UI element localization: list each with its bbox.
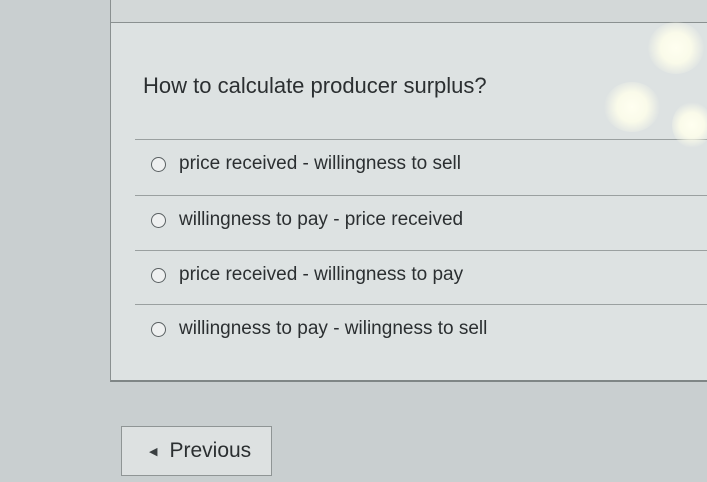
- answer-option-label: price received - willingness to sell: [179, 153, 461, 174]
- divider: [135, 139, 707, 140]
- answer-option-3[interactable]: price received - willingness to pay: [151, 260, 463, 290]
- screen-glare: [604, 82, 660, 132]
- radio-button[interactable]: [151, 156, 166, 172]
- answer-option-label: willingness to pay - wilingness to sell: [179, 318, 488, 339]
- answer-option-1[interactable]: price received - willingness to sell: [151, 149, 461, 179]
- answer-option-2[interactable]: willingness to pay - price received: [151, 205, 463, 235]
- answer-option-4[interactable]: willingness to pay - wilingness to sell: [151, 314, 487, 344]
- radio-button[interactable]: [151, 321, 166, 337]
- screen-glare: [672, 102, 707, 148]
- previous-button[interactable]: ◀ Previous: [121, 426, 272, 476]
- question-text: How to calculate producer surplus?: [143, 73, 487, 98]
- divider: [135, 250, 707, 251]
- question-panel: How to calculate producer surplus? price…: [110, 23, 707, 382]
- answer-option-label: price received - willingness to pay: [179, 264, 464, 285]
- screen-glare: [648, 22, 704, 74]
- radio-button[interactable]: [151, 212, 166, 228]
- caret-left-icon: ◀: [149, 445, 158, 458]
- divider: [135, 195, 707, 196]
- previous-button-label: Previous: [169, 439, 252, 462]
- previous-panel-edge: [110, 0, 707, 23]
- radio-button[interactable]: [151, 267, 166, 283]
- divider: [135, 304, 707, 305]
- answer-option-label: willingness to pay - price received: [179, 209, 464, 230]
